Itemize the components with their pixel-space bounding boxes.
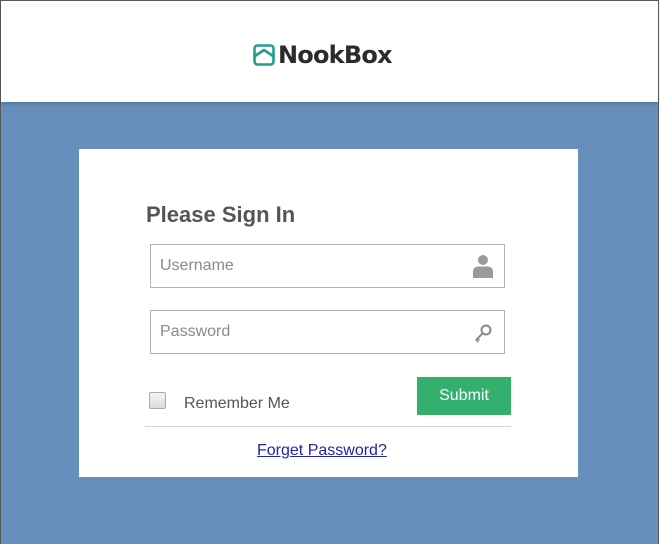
logo-text: NookBox — [278, 41, 392, 69]
password-field[interactable] — [150, 310, 505, 354]
house-logo-icon — [253, 44, 275, 66]
username-input[interactable] — [151, 245, 461, 287]
divider — [145, 426, 511, 427]
user-icon — [473, 255, 493, 278]
nookbox-logo[interactable]: NookBox — [253, 39, 392, 71]
site-header: NookBox — [1, 1, 658, 102]
remember-me-checkbox[interactable] — [149, 391, 166, 409]
remember-me-row[interactable]: Remember Me — [149, 387, 290, 413]
submit-button[interactable]: Submit — [417, 377, 511, 415]
key-icon — [475, 324, 492, 343]
forgot-password-link[interactable]: Forget Password? — [257, 442, 387, 460]
username-field[interactable] — [150, 244, 505, 288]
remember-me-label[interactable]: Remember Me — [184, 395, 290, 413]
login-card: Please Sign In Remember Me Submit Forget… — [79, 149, 578, 477]
password-input[interactable] — [151, 311, 461, 353]
page-title: Please Sign In — [146, 202, 296, 227]
